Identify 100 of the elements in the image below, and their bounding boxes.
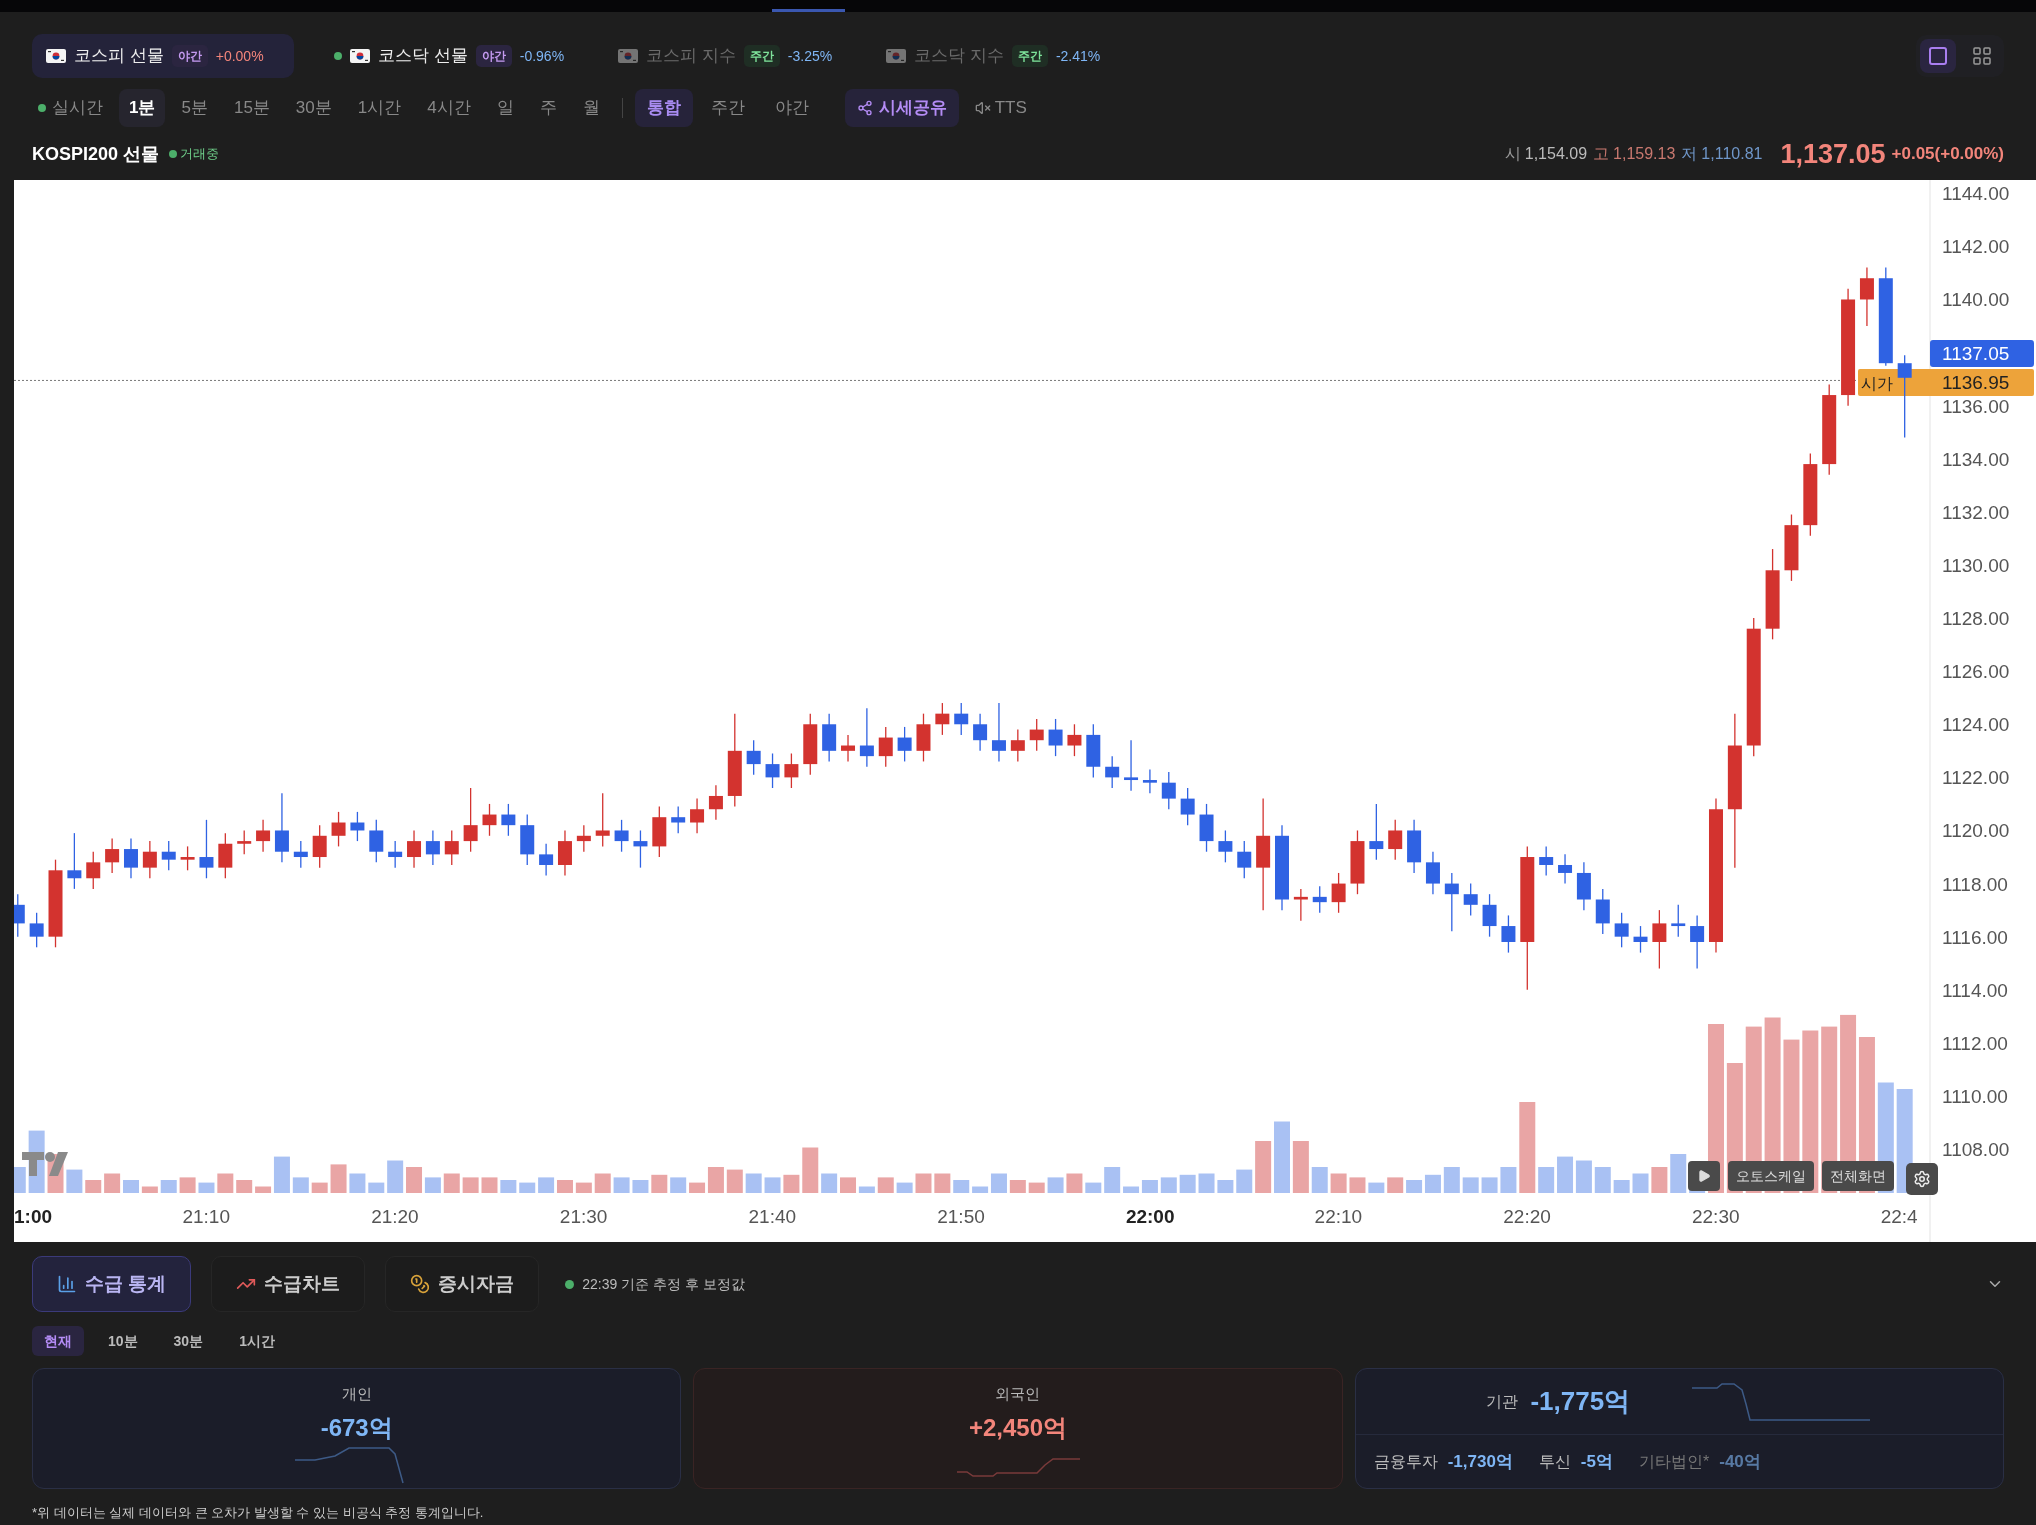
trading-status: 거래중 (180, 145, 220, 164)
axis-label: 1116.00 (1942, 926, 2008, 948)
candlestick (105, 837, 120, 874)
axis-label: 22:30 (1692, 1206, 1740, 1227)
candlestick (1161, 771, 1176, 810)
candlestick (161, 840, 176, 871)
flag-icon (350, 49, 370, 63)
candlestick (1558, 853, 1573, 885)
candlestick (1539, 845, 1554, 877)
axis-label: 1118.00 (1942, 873, 2008, 895)
candlestick (407, 829, 422, 869)
flow-tab[interactable]: 수급차트 (211, 1256, 366, 1312)
interval-tab[interactable]: 4시간 (417, 89, 481, 127)
candlestick (1105, 755, 1120, 789)
axis-label: 1110.00 (1942, 1085, 2008, 1107)
candlestick (1425, 851, 1440, 895)
candlestick (369, 819, 384, 863)
candlestick (1671, 904, 1686, 938)
session-tab[interactable]: 야간 (762, 89, 821, 127)
candlestick (388, 840, 403, 869)
candlestick (614, 819, 629, 853)
session-tab[interactable]: 통합 (634, 89, 693, 127)
breakdown-value: -40억 (1719, 1451, 1761, 1474)
ohlc-value: 1,110.81 (1701, 144, 1763, 164)
interval-tab[interactable]: 5분 (171, 89, 218, 127)
tts-button[interactable]: TTS (974, 95, 1027, 121)
share-icon (856, 100, 873, 116)
period-tab[interactable]: 10분 (96, 1326, 150, 1356)
candlestick (576, 824, 591, 853)
flow-tab[interactable]: 수급 통계 (32, 1256, 192, 1312)
breakdown-label: 투신 (1538, 1452, 1571, 1472)
mute-icon (974, 100, 991, 116)
axis-label: 1112.00 (1942, 1032, 2008, 1054)
interval-tab[interactable]: 일 (486, 89, 524, 127)
candlestick (444, 829, 459, 866)
candlestick (784, 752, 799, 789)
period-tab[interactable]: 현재 (32, 1326, 84, 1356)
play-button[interactable] (1688, 1161, 1720, 1191)
candlestick (331, 811, 346, 848)
candlestick (1463, 882, 1478, 917)
axis-label: 22:00 (1125, 1206, 1175, 1227)
single-view-button[interactable] (1920, 39, 1956, 73)
price-tag: 1137.05 (1930, 340, 2034, 367)
ticker-tab[interactable]: 코스피 지수 주간 -3.25% (604, 34, 847, 78)
candlestick (746, 739, 761, 776)
candlestick (897, 726, 912, 763)
settings-button[interactable] (1906, 1163, 1938, 1195)
axis-label: 1136.00 (1942, 395, 2010, 417)
candlestick (690, 797, 705, 834)
interval-tab[interactable]: 15분 (223, 89, 280, 127)
candlestick (1029, 718, 1044, 752)
candlestick (1614, 912, 1629, 948)
share-button[interactable]: 시세공유 (844, 89, 959, 127)
coins-icon (410, 1274, 431, 1294)
period-tab[interactable]: 30분 (161, 1326, 216, 1356)
card-title: 기관 (1486, 1391, 1519, 1412)
flag-icon (886, 49, 907, 63)
footnote: *위 데이터는 실제 데이터와 큰 오차가 발생할 수 있는 비공식 추정 통계입니다. (32, 1504, 485, 1522)
flag-icon (46, 49, 66, 63)
breakdown-value: -1,730억 (1447, 1451, 1513, 1474)
candlestick (1595, 888, 1610, 935)
interval-tab[interactable]: 1분 (119, 89, 166, 127)
ticker-tab[interactable]: 코스닥 선물 야간 -0.96% (320, 34, 579, 78)
ohlc-label: 저 (1681, 144, 1698, 164)
axis-label: 1:00 (14, 1206, 53, 1227)
flag-icon (618, 49, 639, 63)
interval-tab[interactable]: 1시간 (347, 89, 412, 127)
breakdown-label: 금융투자 (1373, 1452, 1438, 1472)
breakdown-value: -5억 (1580, 1451, 1613, 1474)
candlestick (199, 819, 214, 879)
candlestick (1010, 728, 1025, 763)
axis-label: 1140.00 (1942, 289, 2010, 311)
candlestick (1690, 914, 1705, 970)
update-note: 22:39 기준 추정 후 보정값 (582, 1274, 745, 1294)
candlestick (595, 792, 610, 848)
interval-tab[interactable]: 30분 (285, 89, 342, 127)
axis-label: 1132.00 (1942, 501, 2010, 523)
card-title: 외국인 (995, 1384, 1041, 1404)
candlestick (1897, 354, 1912, 439)
axis-label: 22:10 (1314, 1206, 1363, 1227)
breakdown-label: 기타법인* (1639, 1452, 1710, 1472)
chart-control-button[interactable]: 오토스케일 (1728, 1161, 1814, 1191)
interval-tab[interactable]: 월 (572, 89, 610, 127)
candlestick (708, 784, 723, 821)
session-tab[interactable]: 주간 (698, 89, 757, 127)
play-icon (1697, 1169, 1711, 1183)
axis-label: 1130.00 (1942, 554, 2010, 576)
price-change: +0.05(+0.00%) (1891, 143, 2004, 166)
candlestick (256, 819, 271, 853)
candlestick (1331, 872, 1346, 914)
interval-tab[interactable]: 주 (529, 89, 567, 127)
candlestick (425, 829, 440, 866)
candlestick (67, 832, 82, 890)
ticker-tab[interactable]: 코스닥 지수 주간 -2.41% (872, 34, 1115, 78)
ticker-tab[interactable]: 코스피 선물 야간 +0.00% (32, 34, 294, 78)
period-tab[interactable]: 1시간 (227, 1326, 287, 1356)
realtime-button[interactable]: 실시간 (52, 95, 103, 121)
chart-control-button[interactable]: 전체화면 (1822, 1161, 1894, 1191)
settings-icon (1913, 1170, 1931, 1188)
flow-tab[interactable]: 증시자금 (385, 1256, 540, 1312)
